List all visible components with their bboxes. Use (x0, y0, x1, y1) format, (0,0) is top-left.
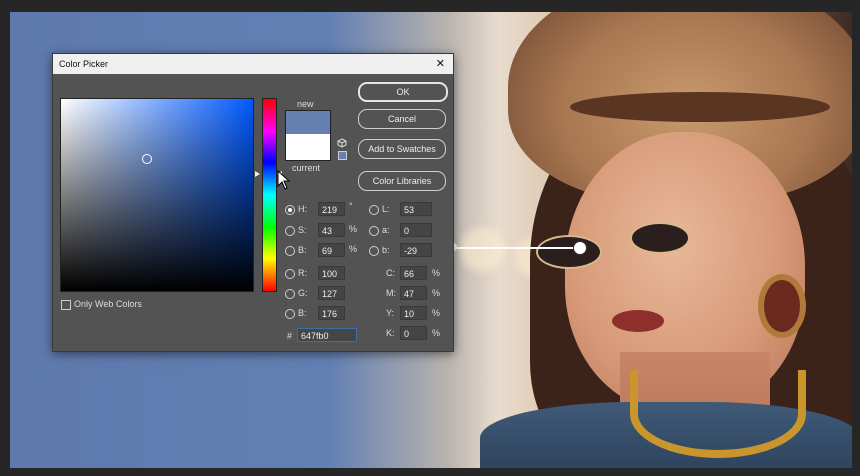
bokeh-light (460, 227, 505, 272)
lab-l-radio[interactable] (369, 205, 379, 215)
dialog-titlebar[interactable]: Color Picker ✕ (53, 54, 453, 74)
lab-l-input[interactable]: 53 (400, 202, 432, 216)
magenta-label: M: (386, 288, 396, 298)
color-field-marker[interactable] (142, 154, 152, 164)
close-icon[interactable]: ✕ (436, 57, 445, 70)
current-color-label: current (292, 163, 321, 173)
blue-input[interactable]: 176 (318, 306, 345, 320)
sunglasses-lens-left (536, 235, 602, 269)
hue-radio[interactable] (285, 205, 295, 215)
saturation-unit: % (349, 224, 358, 234)
hue-label: H: (298, 204, 307, 214)
blue-radio[interactable] (285, 309, 295, 319)
brightness-input[interactable]: 69 (318, 243, 345, 257)
lab-b-input[interactable]: -29 (400, 243, 432, 257)
yellow-label: Y: (386, 308, 395, 318)
color-libraries-button[interactable]: Color Libraries (358, 171, 446, 191)
cyan-input[interactable]: 66 (400, 266, 427, 280)
hue-unit: ° (349, 201, 353, 211)
ok-button[interactable]: OK (358, 82, 448, 102)
black-unit: % (432, 328, 441, 338)
hue-slider-handle-left[interactable] (255, 171, 260, 177)
sunglasses-lens-right (630, 222, 690, 254)
green-label: G: (298, 288, 308, 298)
yellow-unit: % (432, 308, 441, 318)
current-color-swatch[interactable] (285, 134, 331, 161)
color-picker-dialog: Color Picker ✕ new current OK Cancel Add… (52, 53, 454, 352)
necklace (630, 370, 806, 458)
yellow-input[interactable]: 10 (400, 306, 427, 320)
websafe-color-swatch[interactable] (338, 151, 347, 160)
red-label: R: (298, 268, 307, 278)
black-label: K: (386, 328, 395, 338)
hex-label: # (287, 331, 293, 341)
lab-a-label: a: (382, 225, 390, 235)
lab-b-label: b: (382, 245, 390, 255)
lab-l-label: L: (382, 204, 390, 214)
color-sample-line (453, 247, 579, 249)
brightness-label: B: (298, 245, 307, 255)
hex-input[interactable]: 647fb0 (297, 328, 357, 342)
saturation-brightness-field[interactable] (60, 98, 254, 292)
black-input[interactable]: 0 (400, 326, 427, 340)
red-input[interactable]: 100 (318, 266, 345, 280)
saturation-label: S: (298, 225, 307, 235)
new-color-label: new (297, 99, 314, 109)
hue-input[interactable]: 219 (318, 202, 345, 216)
cyan-label: C: (386, 268, 395, 278)
lab-a-radio[interactable] (369, 226, 379, 236)
lab-b-radio[interactable] (369, 246, 379, 256)
magenta-input[interactable]: 47 (400, 286, 427, 300)
saturation-input[interactable]: 43 (318, 223, 345, 237)
brightness-unit: % (349, 244, 358, 254)
only-web-colors-label: Only Web Colors (74, 299, 142, 309)
hue-slider[interactable] (262, 98, 277, 292)
green-input[interactable]: 127 (318, 286, 345, 300)
add-to-swatches-button[interactable]: Add to Swatches (358, 139, 446, 159)
cursor-icon (277, 170, 291, 190)
gamut-cube-icon[interactable] (337, 138, 347, 148)
earring (758, 274, 806, 338)
cyan-unit: % (432, 268, 441, 278)
magenta-unit: % (432, 288, 441, 298)
new-color-swatch (285, 110, 331, 135)
saturation-radio[interactable] (285, 226, 295, 236)
blue-label: B: (298, 308, 307, 318)
cancel-button[interactable]: Cancel (358, 109, 446, 129)
color-sample-point[interactable] (573, 241, 587, 255)
only-web-colors-checkbox[interactable] (61, 300, 71, 310)
lab-a-input[interactable]: 0 (400, 223, 432, 237)
lips (612, 310, 664, 332)
brightness-radio[interactable] (285, 246, 295, 256)
hat-band (570, 92, 830, 122)
dialog-title: Color Picker (59, 59, 109, 69)
red-radio[interactable] (285, 269, 295, 279)
green-radio[interactable] (285, 289, 295, 299)
